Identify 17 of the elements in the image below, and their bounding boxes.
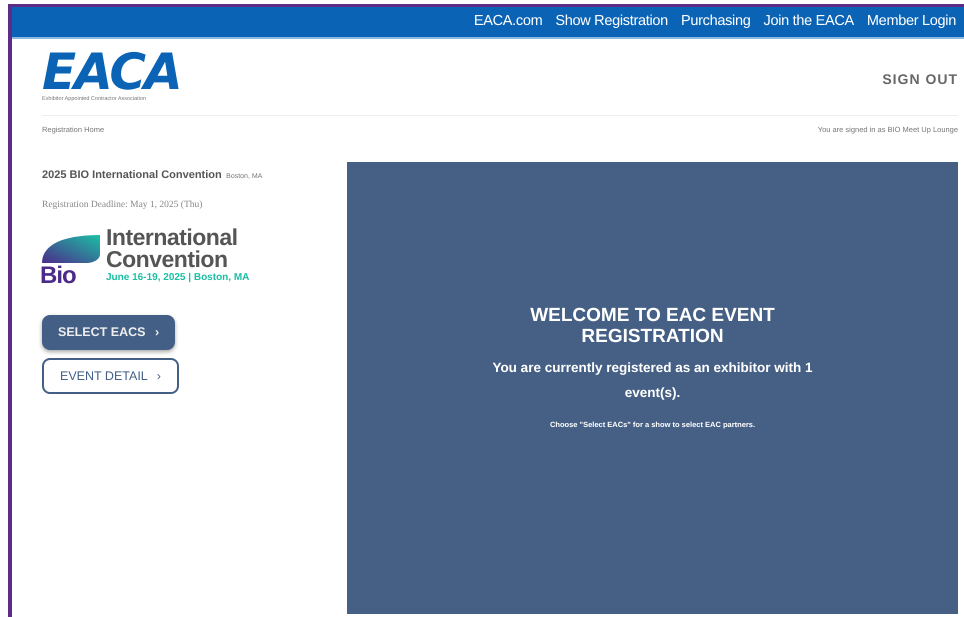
nav-link[interactable]: Show Registration: [555, 11, 668, 33]
event-title: 2025 BIO International Convention: [42, 168, 222, 180]
leaf-icon: [42, 234, 100, 263]
nav-link[interactable]: EACA.com: [474, 11, 542, 33]
logo-line: Convention: [106, 248, 228, 270]
logo-line: International: [106, 226, 239, 248]
select-button[interactable]: SELECT EACS ›: [42, 314, 176, 350]
detail-button[interactable]: EVENT DETAIL ›: [42, 358, 179, 394]
welcome-message: You are currently registered as an exhibitor with 1 event(s).: [491, 359, 814, 402]
event-dates: June 16-19, 2025 | Boston, MA: [106, 270, 250, 285]
nav-link[interactable]: Purchasing: [680, 11, 750, 33]
nav-link[interactable]: Join the EACA: [764, 11, 854, 33]
deadline-text: Registration Deadline: May 1, 2025 (Thu): [42, 198, 204, 212]
nav-link[interactable]: Member Login: [866, 11, 956, 33]
welcome-title: WELCOME TO EAC EVENT REGISTRATION: [529, 305, 776, 348]
sign-out-link[interactable]: SIGN OUT: [882, 69, 958, 90]
logo-text: EACA: [42, 51, 181, 93]
